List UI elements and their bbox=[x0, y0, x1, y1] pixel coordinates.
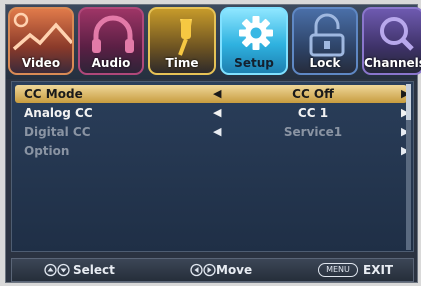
exit-hint: EXIT bbox=[363, 263, 394, 277]
left-arrow-icon[interactable]: ◀ bbox=[213, 104, 221, 122]
menu-row-value: CC Off bbox=[292, 87, 334, 101]
menu-row-analog-cc[interactable]: Analog CC ◀ CC 1 ▶ bbox=[15, 104, 409, 122]
menu-row-option[interactable]: Option ▶ bbox=[15, 142, 409, 160]
headphones-icon bbox=[92, 15, 134, 53]
tab-audio[interactable]: Audio bbox=[78, 7, 144, 75]
tab-video-label: Video bbox=[21, 56, 61, 70]
menu-key-icon: MENU bbox=[318, 263, 358, 277]
tab-setup-label: Setup bbox=[234, 56, 274, 70]
menu-tab-bar: Video Audio Time Setup Lock Channels bbox=[6, 5, 421, 79]
menu-row-label: Digital CC bbox=[24, 125, 91, 139]
tab-channels-label: Channels bbox=[364, 56, 421, 70]
tab-channels[interactable]: Channels bbox=[362, 7, 421, 75]
tab-audio-label: Audio bbox=[91, 56, 131, 70]
menu-row-label: Analog CC bbox=[24, 106, 93, 120]
tab-lock[interactable]: Lock bbox=[292, 7, 358, 75]
video-icon bbox=[12, 12, 72, 51]
tv-screen: Video Audio Time Setup Lock Channels CC … bbox=[0, 0, 421, 286]
menu-row-cc-mode[interactable]: CC Mode ◀ CC Off ▶ bbox=[15, 85, 409, 103]
left-right-keys-icon bbox=[190, 263, 216, 277]
select-hint: Select bbox=[73, 263, 115, 277]
menu-row-value: Service1 bbox=[283, 125, 343, 139]
menu-list-panel: CC Mode ◀ CC Off ▶ Analog CC ◀ CC 1 ▶ Di… bbox=[11, 81, 414, 252]
menu-row-value: CC 1 bbox=[297, 106, 329, 120]
gear-icon bbox=[239, 16, 273, 50]
key-hint-bar: Select Move MENU EXIT bbox=[11, 258, 414, 282]
tab-time-label: Time bbox=[165, 56, 199, 70]
setup-menu-window: Video Audio Time Setup Lock Channels CC … bbox=[5, 4, 421, 283]
left-arrow-icon[interactable]: ◀ bbox=[213, 123, 221, 141]
tab-setup[interactable]: Setup bbox=[220, 7, 288, 75]
menu-row-label: Option bbox=[24, 144, 70, 158]
menu-row-digital-cc[interactable]: Digital CC ◀ Service1 ▶ bbox=[15, 123, 409, 141]
scrollbar-thumb[interactable] bbox=[406, 84, 411, 120]
left-arrow-icon[interactable]: ◀ bbox=[213, 85, 221, 103]
tab-lock-label: Lock bbox=[309, 56, 341, 70]
tab-time[interactable]: Time bbox=[148, 7, 216, 75]
pin-icon bbox=[178, 19, 192, 56]
menu-key-label: MENU bbox=[326, 265, 350, 274]
lock-icon bbox=[309, 13, 345, 57]
search-icon bbox=[380, 17, 414, 51]
move-hint: Move bbox=[216, 263, 253, 277]
up-down-keys-icon bbox=[44, 263, 70, 277]
tab-video[interactable]: Video bbox=[8, 7, 74, 75]
menu-row-label: CC Mode bbox=[24, 87, 83, 101]
